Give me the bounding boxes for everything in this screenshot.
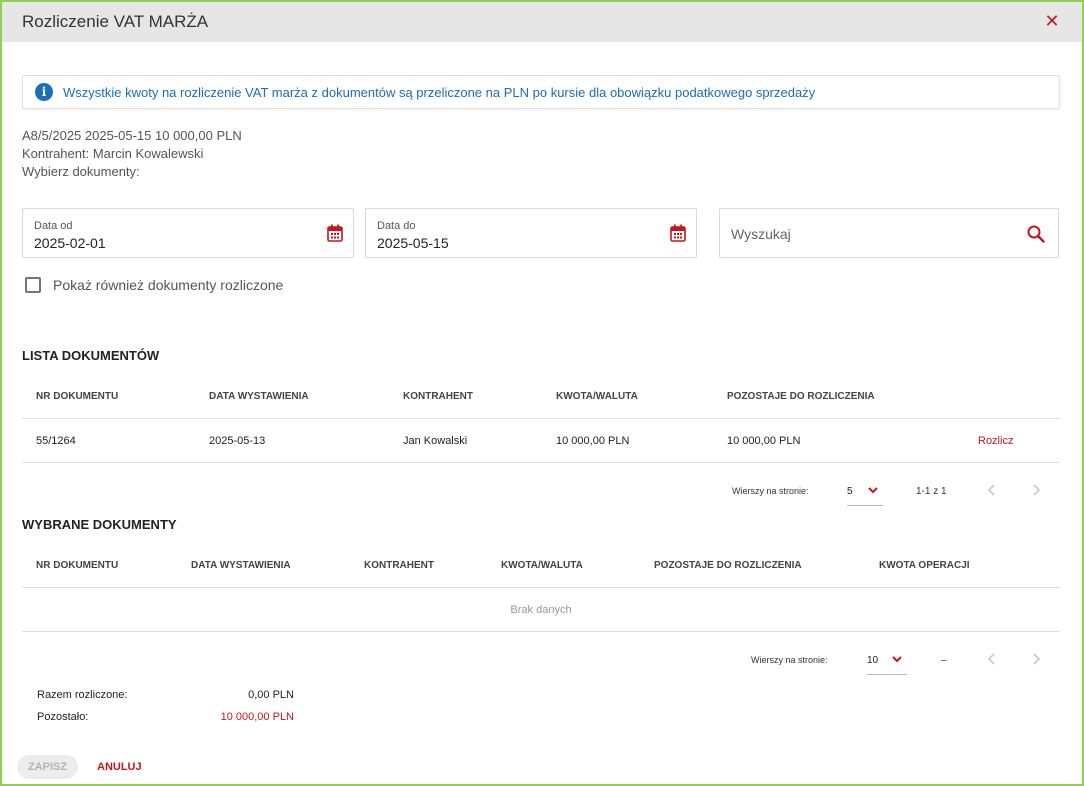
selected-table-header: NR DOKUMENTU DATA WYSTAWIENIA KONTRAHENT… xyxy=(22,544,1060,588)
search-field[interactable]: Wyszukaj xyxy=(719,208,1059,258)
document-meta: A8/5/2025 2025-05-15 10 000,00 PLN Kontr… xyxy=(22,127,242,181)
chevron-left-icon[interactable] xyxy=(985,652,999,666)
chevron-down-icon xyxy=(868,487,878,494)
column-header: POZOSTAJE DO ROZLICZENIA xyxy=(654,560,802,571)
date-to-field[interactable]: Data do 2025-05-15 xyxy=(365,208,697,258)
save-button[interactable]: ZAPISZ xyxy=(17,755,78,779)
column-header: KONTRAHENT xyxy=(364,560,434,571)
empty-state: Brak danych xyxy=(22,588,1060,632)
date-to-label: Data do xyxy=(377,220,416,232)
show-settled-label: Pokaż również dokumenty rozliczone xyxy=(53,277,284,293)
info-banner: i Wszystkie kwoty na rozliczenie VAT mar… xyxy=(22,75,1060,109)
selected-pager: Wierszy na stronie: 10 – xyxy=(2,645,1082,675)
calendar-icon[interactable] xyxy=(670,224,686,242)
rows-per-page-value: 5 xyxy=(847,486,853,497)
show-settled-checkbox[interactable] xyxy=(25,277,41,293)
document-summary: A8/5/2025 2025-05-15 10 000,00 PLN xyxy=(22,128,242,143)
document-amount: 10 000,00 PLN xyxy=(556,435,630,447)
choose-documents-label: Wybierz dokumenty: xyxy=(22,164,140,179)
settle-link[interactable]: Rozlicz xyxy=(978,419,1013,463)
calendar-icon[interactable] xyxy=(327,224,343,242)
page-range: – xyxy=(941,655,947,666)
total-remaining-value: 10 000,00 PLN xyxy=(220,711,294,723)
date-from-field[interactable]: Data od 2025-02-01 xyxy=(22,208,354,258)
dialog-header: Rozliczenie VAT MARŻA ✕ xyxy=(2,2,1082,42)
date-from-label: Data od xyxy=(34,220,73,232)
chevron-left-icon[interactable] xyxy=(985,483,999,497)
rows-per-page-label: Wierszy na stronie: xyxy=(751,655,828,665)
column-header: DATA WYSTAWIENIA xyxy=(209,391,309,402)
selected-documents-title: WYBRANE DOKUMENTY xyxy=(22,517,177,532)
total-settled-value: 0,00 PLN xyxy=(248,689,294,701)
chevron-down-icon xyxy=(892,656,902,663)
selected-documents-table: NR DOKUMENTU DATA WYSTAWIENIA KONTRAHENT… xyxy=(22,544,1060,632)
documents-pager: Wierszy na stronie: 5 1-1 z 1 xyxy=(2,476,1082,506)
date-to-value: 2025-05-15 xyxy=(377,235,449,251)
total-settled-label: Razem rozliczone: xyxy=(37,689,128,701)
document-remaining: 10 000,00 PLN xyxy=(727,435,801,447)
search-icon[interactable] xyxy=(1026,224,1046,244)
column-header: KONTRAHENT xyxy=(403,391,473,402)
column-header: NR DOKUMENTU xyxy=(36,560,119,571)
document-date: 2025-05-13 xyxy=(209,435,266,447)
close-icon[interactable]: ✕ xyxy=(1044,12,1060,30)
column-header: POZOSTAJE DO ROZLICZENIA xyxy=(727,391,875,402)
column-header: KWOTA OPERACJI xyxy=(879,560,970,571)
info-icon: i xyxy=(35,83,53,101)
documents-table: NR DOKUMENTU DATA WYSTAWIENIA KONTRAHENT… xyxy=(22,375,1060,463)
settlement-dialog: Rozliczenie VAT MARŻA ✕ i Wszystkie kwot… xyxy=(0,0,1084,786)
date-from-value: 2025-02-01 xyxy=(34,235,106,251)
column-header: KWOTA/WALUTA xyxy=(556,391,638,402)
documents-table-header: NR DOKUMENTU DATA WYSTAWIENIA KONTRAHENT… xyxy=(22,375,1060,419)
cancel-button[interactable]: ANULUJ xyxy=(92,755,147,779)
total-remaining-label: Pozostało: xyxy=(37,711,89,723)
column-header: NR DOKUMENTU xyxy=(36,391,119,402)
show-settled-checkbox-row[interactable]: Pokaż również dokumenty rozliczone xyxy=(25,277,283,293)
rows-per-page-select[interactable]: 5 xyxy=(847,476,883,506)
rows-per-page-label: Wierszy na stronie: xyxy=(732,486,809,496)
documents-list-title: LISTA DOKUMENTÓW xyxy=(22,348,160,363)
info-text: Wszystkie kwoty na rozliczenie VAT marża… xyxy=(63,84,816,100)
chevron-right-icon[interactable] xyxy=(1029,652,1043,666)
column-header: KWOTA/WALUTA xyxy=(501,560,583,571)
document-number: 55/1264 xyxy=(36,435,76,447)
search-input[interactable]: Wyszukaj xyxy=(731,226,791,242)
dialog-title: Rozliczenie VAT MARŻA xyxy=(22,12,209,31)
page-range: 1-1 z 1 xyxy=(916,486,947,497)
contractor-line: Kontrahent: Marcin Kowalewski xyxy=(22,146,204,161)
column-header: DATA WYSTAWIENIA xyxy=(191,560,291,571)
rows-per-page-select[interactable]: 10 xyxy=(867,645,907,675)
document-contractor: Jan Kowalski xyxy=(403,435,468,447)
table-row: 55/1264 2025-05-13 Jan Kowalski 10 000,0… xyxy=(22,419,1060,463)
rows-per-page-value: 10 xyxy=(867,655,879,666)
chevron-right-icon[interactable] xyxy=(1029,483,1043,497)
